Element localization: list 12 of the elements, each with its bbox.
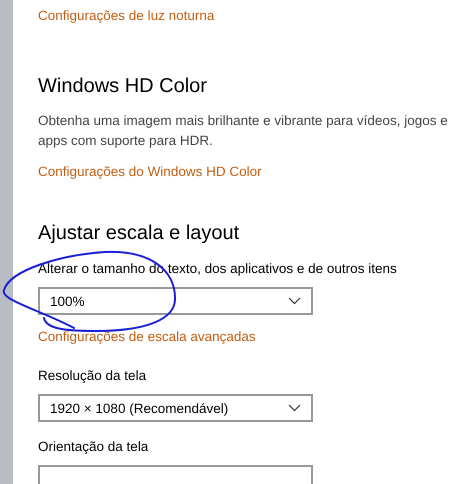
section-heading: Ajustar escala e layout — [38, 221, 240, 246]
settings-link[interactable]: Configurações de escala avançadas — [38, 328, 256, 346]
field-label: Resolução da tela — [38, 367, 148, 385]
settings-link[interactable]: Configurações do Windows HD Color — [38, 163, 262, 181]
field-label: Orientação da tela — [38, 438, 150, 456]
settings-link[interactable]: Configurações de luz noturna — [38, 7, 214, 25]
dropdown[interactable]: 100% — [38, 287, 313, 315]
section-heading: Windows HD Color — [38, 74, 208, 99]
dropdown[interactable]: 1920 × 1080 (Recomendável) — [38, 394, 313, 422]
chevron-down-icon — [288, 297, 301, 305]
description-text: Obtenha uma imagem mais brilhante e vibrante para vídeos, jogos e apps com suporte para HDR. — [38, 112, 449, 150]
chevron-down-icon — [288, 404, 301, 412]
